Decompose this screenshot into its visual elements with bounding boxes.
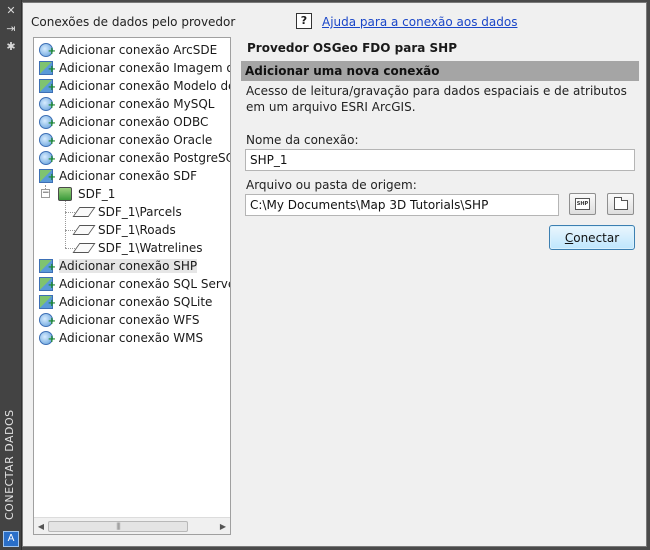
globe-add-icon [39,115,56,133]
data-connect-window: Conexões de dados pelo provedor ? Ajuda … [22,2,647,547]
pin-icon[interactable]: ⇥ [4,22,18,36]
providers-title: Conexões de dados pelo provedor [31,15,236,29]
tree-node-label: SDF_1 [78,187,116,201]
tree-item-postgresql[interactable]: Adicionar conexão PostgreSQL [39,149,231,169]
tree-leaf-roads[interactable]: SDF_1\Roads [72,221,176,239]
raster-add-icon [39,79,56,97]
raster-add-icon [39,259,56,277]
scroll-right-icon[interactable]: ▶ [218,522,228,531]
tree-item-shp[interactable]: Adicionar conexão SHP [39,257,198,277]
help-icon[interactable]: ? [296,13,312,29]
tree-connector [65,230,75,231]
tree-item-sdf[interactable]: Adicionar conexão SDF [39,167,198,187]
globe-add-icon [39,97,56,115]
help-link[interactable]: Ajuda para a conexão aos dados [322,15,517,29]
source-path-input[interactable] [245,194,559,216]
connection-name-label: Nome da conexão: [246,133,359,147]
tree-item-label: Adicionar conexão Oracle [59,133,213,147]
settings-icon[interactable]: ✱ [4,40,18,54]
tree-item-label: Adicionar conexão ODBC [59,115,209,129]
raster-add-icon [39,169,56,187]
collapse-toggle[interactable]: − [41,189,50,198]
tree-item-wfs[interactable]: Adicionar conexão WFS [39,311,200,331]
layer-icon [72,207,96,217]
connect-button-mnemonic: C [564,230,574,245]
provider-description: Acesso de leitura/gravação para dados es… [246,84,627,114]
tree-item-label: Adicionar conexão SHP [59,259,198,273]
tree-item-label: Adicionar conexão SDF [59,169,198,183]
tree-item-label: Adicionar conexão MySQL [59,97,215,111]
tree-item-label: Adicionar conexão WMS [59,331,204,345]
tree-item-sqlserver[interactable]: Adicionar conexão SQL Server Sp [39,275,230,295]
palette-strip: ✕ ⇥ ✱ CONECTAR DADOS A [0,0,22,550]
tree-leaf-label: SDF_1\Parcels [98,205,182,219]
raster-add-icon [39,277,56,295]
layer-icon [72,225,96,235]
tree-leaf-watrelines[interactable]: SDF_1\Watrelines [72,239,203,257]
palette-title: CONECTAR DADOS [3,409,16,520]
tree-item-surface[interactable]: Adicionar conexão Modelo de ir [39,77,231,97]
connection-name-input[interactable] [245,149,635,171]
shp-file-icon: SHP [575,198,590,210]
browse-shp-file-button[interactable]: SHP [569,193,596,215]
tree-horizontal-scrollbar[interactable]: ◀ ||| ▶ [34,517,230,534]
raster-add-icon [39,295,56,313]
tree-leaf-parcels[interactable]: SDF_1\Parcels [72,203,182,221]
tree-item-label: Adicionar conexão SQLite [59,295,213,309]
raster-add-icon [39,61,56,79]
layer-icon [72,243,96,253]
tree-item-label: Adicionar conexão PostgreSQL [59,151,231,165]
globe-add-icon [39,331,56,349]
tree-item-wms[interactable]: Adicionar conexão WMS [39,329,204,349]
scroll-thumb[interactable]: ||| [48,521,188,532]
tree-item-label: Adicionar conexão Modelo de ir [59,79,231,93]
tree-item-label: Adicionar conexão WFS [59,313,200,327]
globe-add-icon [39,133,56,151]
tree-item-label: Adicionar conexão SQL Server Sp [59,277,230,291]
close-icon[interactable]: ✕ [4,4,18,18]
autocad-logo-icon[interactable]: A [3,531,19,547]
tree-leaf-label: SDF_1\Roads [98,223,176,237]
source-label: Arquivo ou pasta de origem: [246,178,417,192]
database-icon [58,187,72,201]
scroll-left-icon[interactable]: ◀ [36,522,46,531]
connect-button-label: onectar [573,230,620,245]
folder-icon [614,197,628,210]
globe-add-icon [39,313,56,331]
tree-item-arcsde[interactable]: Adicionar conexão ArcSDE [39,41,218,61]
tree-leaf-label: SDF_1\Watrelines [98,241,203,255]
browse-folder-button[interactable] [607,193,634,215]
tree-item-label: Adicionar conexão ArcSDE [59,43,218,57]
tree-connector [65,248,75,249]
tree-connector [65,212,75,213]
globe-add-icon [39,43,56,61]
tree-item-label: Adicionar conexão Imagem ou s [59,61,230,75]
section-header: Adicionar uma nova conexão [241,61,639,81]
tree-item-mysql[interactable]: Adicionar conexão MySQL [39,95,215,115]
tree-item-odbc[interactable]: Adicionar conexão ODBC [39,113,209,133]
tree-connector [65,201,66,248]
provider-tree[interactable]: Adicionar conexão ArcSDE Adicionar conex… [33,37,231,535]
provider-title: Provedor OSGeo FDO para SHP [247,41,457,55]
tree-item-oracle[interactable]: Adicionar conexão Oracle [39,131,213,151]
tree-item-sqlite[interactable]: Adicionar conexão SQLite [39,293,213,313]
connect-button[interactable]: Conectar [549,225,635,250]
tree-node-sdf-1[interactable]: SDF_1 [58,185,115,203]
globe-add-icon [39,151,56,169]
tree-item-raster[interactable]: Adicionar conexão Imagem ou s [39,59,230,79]
